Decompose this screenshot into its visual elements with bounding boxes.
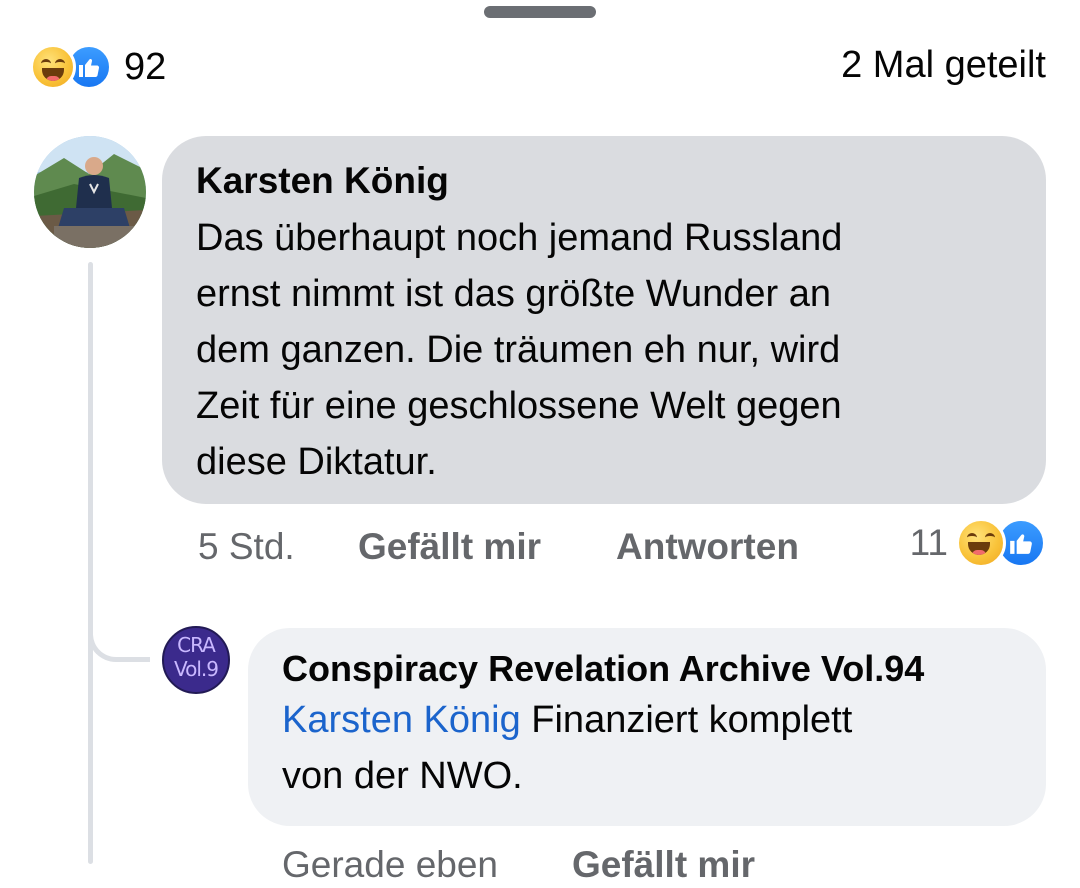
reply-text-part: Finanziert komplett (520, 699, 853, 741)
shares-count[interactable]: 2 Mal geteilt (841, 44, 1046, 87)
reply-button[interactable]: Antworten (616, 526, 799, 568)
comment-timestamp[interactable]: 5 Std. (198, 526, 358, 568)
comment-text-line: diese Diktatur. (196, 441, 437, 483)
avatar-logo-text: Vol.9 (173, 657, 219, 681)
avatar[interactable] (34, 136, 146, 248)
comment-text-line: Zeit für eine geschlossene Welt gegen (196, 385, 842, 427)
reply-bubble[interactable]: Conspiracy Revelation Archive Vol.94 Kar… (248, 628, 1046, 826)
thread-line (88, 262, 93, 864)
reply-text: Karsten König Finanziert komplett (282, 692, 1012, 748)
mention-link[interactable]: Karsten König (282, 699, 521, 741)
reply-author[interactable]: Conspiracy Revelation Archive Vol.94 (282, 646, 1012, 692)
reply-text-line: von der NWO. (282, 755, 523, 797)
haha-icon (30, 44, 76, 90)
reaction-count: 92 (124, 45, 167, 88)
haha-icon (956, 518, 1006, 568)
reply-actions: Gerade eben Gefällt mir (282, 842, 755, 888)
post-reactions-summary[interactable]: 92 (30, 44, 166, 90)
reply-timestamp[interactable]: Gerade eben (282, 842, 572, 888)
thread-connector (88, 600, 150, 662)
comment-text-line: ernst nimmt ist das größte Wunder an (196, 273, 831, 315)
comment-text-line: dem ganzen. Die träumen eh nur, wird (196, 329, 841, 371)
comment-reactions[interactable]: 11 (910, 518, 1046, 568)
reply-like-button[interactable]: Gefällt mir (572, 842, 755, 888)
comment-actions: 5 Std. Gefällt mir Antworten (198, 524, 799, 570)
drag-handle[interactable] (484, 6, 596, 18)
comment-text: Das überhaupt noch jemand Russland ernst… (196, 210, 976, 490)
like-button[interactable]: Gefällt mir (358, 526, 616, 568)
avatar-logo-text: CRA (177, 633, 216, 657)
comment-author[interactable]: Karsten König (196, 158, 1012, 204)
reply-avatar[interactable]: CRA Vol.9 (162, 626, 230, 694)
comment-reaction-count: 11 (909, 522, 948, 563)
comment-text-line: Das überhaupt noch jemand Russland (196, 217, 843, 259)
comment-bubble[interactable]: Karsten König Das überhaupt noch jemand … (162, 136, 1046, 504)
